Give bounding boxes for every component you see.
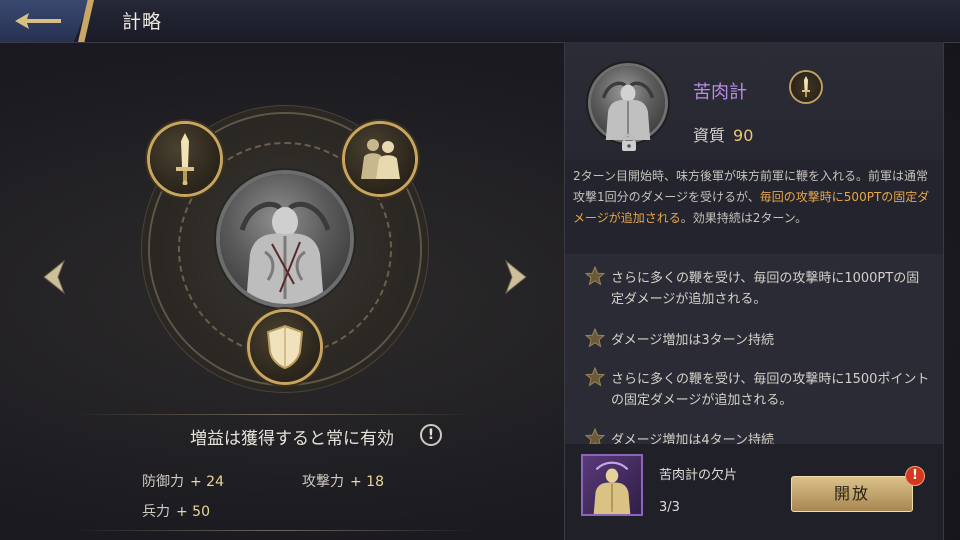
stat-value: + 18 bbox=[350, 474, 384, 490]
fragment-name: 苦肉計の欠片 bbox=[659, 468, 738, 483]
buff-title: 増益は獲得すると常に有効 bbox=[190, 429, 394, 449]
strategy-detail-panel: 苦肉計 資質 90 2ターン目開始時、味方後軍が味方前軍に鞭を入れる。前軍は通常攻… bbox=[564, 42, 944, 540]
list-item: ダメージ増加は4ターン持続 bbox=[585, 428, 931, 444]
soldiers-icon bbox=[361, 139, 400, 179]
stat-value: + 50 bbox=[176, 504, 210, 520]
divider-top bbox=[70, 414, 480, 415]
detail-header: 苦肉計 資質 90 bbox=[565, 42, 943, 160]
muscular-back-icon bbox=[239, 201, 331, 304]
effect-text: さらに多くの鞭を受け、毎回の攻撃時に1000PTの固定ダメージが追加される。 bbox=[611, 271, 920, 307]
shield-icon bbox=[266, 324, 304, 370]
quality-label: 資質 bbox=[693, 126, 726, 145]
star-icon bbox=[585, 367, 605, 387]
muscular-back-icon bbox=[593, 461, 631, 514]
unlock-button[interactable]: 開放 bbox=[791, 476, 913, 512]
back-button[interactable] bbox=[0, 0, 90, 42]
fragment-icon[interactable] bbox=[581, 454, 643, 516]
next-strategy-arrow[interactable] bbox=[504, 260, 528, 294]
divider-bottom bbox=[70, 530, 480, 531]
page-title: 計略 bbox=[122, 11, 163, 33]
list-item: さらに多くの鞭を受け、毎回の攻撃時に1500ポイントの固定ダメージが追加される。 bbox=[585, 367, 931, 411]
strategy-portrait bbox=[591, 66, 665, 140]
strategy-name: 苦肉計 bbox=[693, 82, 747, 103]
list-item: さらに多くの鞭を受け、毎回の攻撃時に1000PTの固定ダメージが追加される。 bbox=[585, 266, 931, 310]
list-item: ダメージ増加は3ターン持続 bbox=[585, 328, 931, 351]
star-icon bbox=[585, 266, 605, 286]
stat-label: 防御力 bbox=[142, 474, 184, 490]
stat-troops: 兵力 + 50 bbox=[142, 501, 210, 521]
stat-defense: 防御力 + 24 bbox=[142, 471, 224, 491]
quality-value: 90 bbox=[733, 126, 754, 145]
stat-value: + 24 bbox=[190, 474, 224, 490]
strategy-description: 2ターン目開始時、味方後軍が味方前軍に鞭を入れる。前軍は通常攻撃1回分のダメージ… bbox=[573, 166, 935, 229]
star-icon bbox=[585, 428, 605, 444]
fragment-count: 3/3 bbox=[659, 500, 680, 515]
sword-icon bbox=[176, 133, 194, 185]
stat-label: 兵力 bbox=[142, 504, 170, 520]
lock-icon bbox=[622, 133, 636, 151]
quality-row: 資質 90 bbox=[693, 122, 753, 146]
sword-icon bbox=[802, 76, 810, 97]
muscular-back-icon bbox=[601, 81, 655, 140]
strategy-emblem-panel bbox=[0, 42, 560, 540]
top-bar: 計略 bbox=[0, 0, 960, 43]
effect-text: さらに多くの鞭を受け、毎回の攻撃時に1500ポイントの固定ダメージが追加される。 bbox=[611, 372, 930, 408]
star-icon bbox=[585, 328, 605, 348]
upgrade-effects-list[interactable]: さらに多くの鞭を受け、毎回の攻撃時に1000PTの固定ダメージが追加される。 ダ… bbox=[565, 254, 943, 444]
stat-label: 攻撃力 bbox=[302, 474, 344, 490]
back-arrow-icon bbox=[15, 13, 61, 29]
description-text-end: 。効果持続は2ターン。 bbox=[680, 211, 808, 225]
strategy-emblem[interactable] bbox=[220, 174, 350, 304]
info-icon[interactable]: ! bbox=[420, 424, 442, 446]
fragment-row: 苦肉計の欠片 3/3 開放 ! bbox=[565, 444, 943, 540]
type-badge bbox=[791, 72, 821, 102]
shield-slot[interactable] bbox=[250, 312, 320, 382]
prev-strategy-arrow[interactable] bbox=[42, 260, 66, 294]
sword-slot[interactable] bbox=[150, 124, 220, 194]
alert-badge: ! bbox=[905, 466, 925, 486]
soldiers-slot[interactable] bbox=[345, 124, 415, 194]
effect-text: ダメージ増加は3ターン持続 bbox=[611, 333, 774, 348]
stat-attack: 攻撃力 + 18 bbox=[302, 471, 384, 491]
effect-text: ダメージ増加は4ターン持続 bbox=[611, 433, 774, 444]
